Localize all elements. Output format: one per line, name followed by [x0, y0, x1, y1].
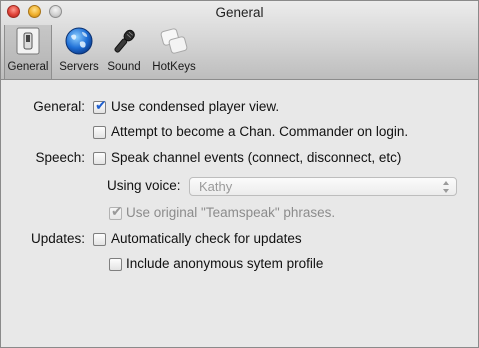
- speak-events-checkbox[interactable]: [93, 152, 106, 165]
- speak-events-label: Speak channel events (connect, disconnec…: [111, 150, 402, 165]
- anon-profile-checkbox[interactable]: [109, 258, 122, 271]
- original-phrases-checkbox[interactable]: ✔: [109, 203, 123, 220]
- speech-section-label: Speech:: [35, 150, 85, 165]
- tab-hotkeys-label: HotKeys: [152, 61, 196, 73]
- preferences-content: General: ✔ Use condensed player view. At…: [1, 80, 478, 347]
- commander-label: Attempt to become a Chan. Commander on l…: [111, 124, 409, 139]
- updates-section-label: Updates:: [30, 231, 85, 246]
- microphone-icon: [107, 25, 141, 57]
- using-voice-label: Using voice:: [107, 178, 181, 193]
- preferences-window: General General Servers Sound HotKeys Ge…: [0, 0, 479, 348]
- tab-sound[interactable]: Sound: [104, 25, 144, 79]
- auto-check-checkbox[interactable]: [93, 233, 106, 246]
- tab-general[interactable]: General: [4, 25, 52, 79]
- voice-popup[interactable]: Kathy: [189, 177, 457, 196]
- checkmark-icon: ✔: [95, 97, 107, 113]
- condensed-checkbox[interactable]: ✔: [93, 97, 107, 114]
- condensed-label: Use condensed player view.: [111, 99, 280, 114]
- commander-checkbox[interactable]: [93, 126, 106, 139]
- tab-servers-label: Servers: [59, 61, 99, 73]
- general-section-label: General:: [33, 99, 85, 114]
- auto-check-label: Automatically check for updates: [111, 231, 302, 246]
- toolbar: General General Servers Sound HotKeys: [1, 1, 478, 80]
- window-title: General: [215, 5, 264, 20]
- anon-profile-label: Include anonymous sytem profile: [126, 256, 324, 271]
- popup-arrows-icon: [443, 181, 449, 193]
- tab-general-label: General: [7, 61, 49, 73]
- checkmark-icon: ✔: [111, 203, 123, 219]
- tab-hotkeys[interactable]: HotKeys: [149, 25, 199, 79]
- original-phrases-label: Use original "Teamspeak" phrases.: [126, 205, 336, 220]
- hotkeys-icon: [157, 25, 191, 57]
- tab-sound-label: Sound: [107, 61, 141, 73]
- tab-servers[interactable]: Servers: [55, 25, 103, 79]
- general-switch-icon: [11, 25, 45, 57]
- voice-value: Kathy: [199, 179, 233, 194]
- globe-icon: [62, 25, 96, 57]
